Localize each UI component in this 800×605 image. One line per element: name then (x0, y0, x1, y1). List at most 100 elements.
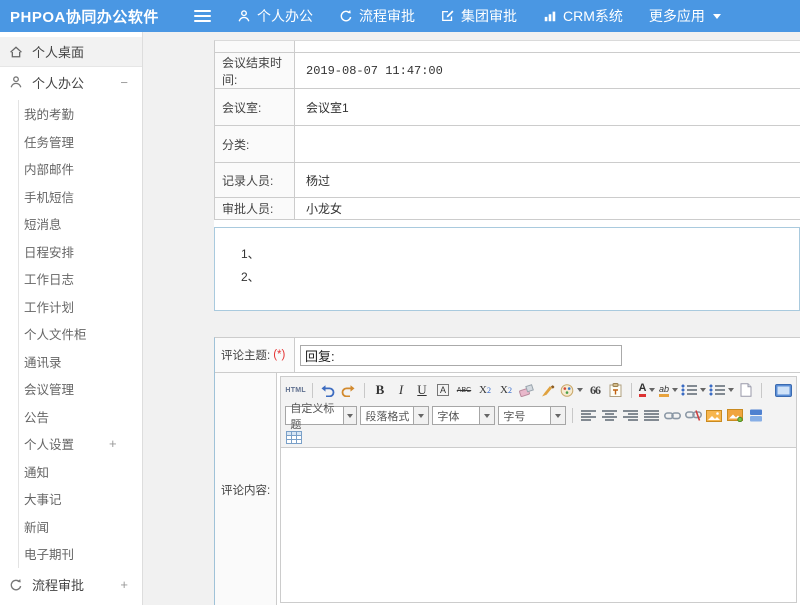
topbar: PHPOA协同办公软件 个人办公 流程审批 集团审批 (0, 0, 800, 32)
link-icon[interactable] (663, 407, 681, 425)
align-right-icon[interactable] (621, 407, 639, 425)
nav-group-approval[interactable]: 集团审批 (441, 6, 517, 26)
collapse-icon[interactable]: − (120, 75, 128, 90)
sidebar-item-announcement[interactable]: 公告 (19, 403, 142, 431)
superscript-button[interactable]: X2 (476, 381, 494, 399)
editor-content-area[interactable] (281, 448, 796, 602)
color-palette-icon[interactable] (560, 381, 583, 399)
sidebar-item-contacts[interactable]: 通讯录 (19, 348, 142, 376)
align-justify-icon[interactable] (642, 407, 660, 425)
html-source-button[interactable]: HTML (285, 381, 306, 399)
nav-workflow-approval[interactable]: 流程审批 (339, 6, 415, 26)
editor-toolbar: HTML B I U (281, 377, 796, 448)
font-color-button[interactable]: A (638, 381, 656, 399)
workflow-refresh-icon (339, 9, 353, 23)
sidebar-item-my-attendance[interactable]: 我的考勤 (19, 100, 142, 128)
caret-down-icon (577, 388, 583, 392)
blockquote-button[interactable]: 66 (586, 381, 604, 399)
required-mark: (*) (273, 349, 285, 361)
sidebar-item-personal-settings[interactable]: 个人设置 + (19, 430, 142, 458)
sidebar-item-work-diary[interactable]: 工作日志 (19, 265, 142, 293)
align-left-icon[interactable] (579, 407, 597, 425)
unlink-icon[interactable] (684, 407, 702, 425)
sidebar-item-meeting-management[interactable]: 会议管理 (19, 375, 142, 403)
redo-icon[interactable] (340, 381, 358, 399)
toolbar-row-2: 自定义标题 段落格式 字体 (281, 403, 796, 428)
sidebar-item-work-plan[interactable]: 工作计划 (19, 293, 142, 321)
sidebar-item-major-events[interactable]: 大事记 (19, 485, 142, 513)
insert-table-icon[interactable] (285, 429, 303, 447)
italic-button[interactable]: I (392, 381, 410, 399)
caret-down-icon (728, 388, 734, 392)
font-style-box-button[interactable]: A (437, 384, 449, 396)
table-row-end-time: 会议结束时间: 2019-08-07 11:47:00 (215, 53, 800, 89)
workflow-refresh-icon (9, 578, 23, 592)
nav-more-apps[interactable]: 更多应用 (649, 6, 721, 26)
sidebar-item-personal-desktop[interactable]: 个人桌面 (0, 37, 142, 67)
sidebar-item-short-message[interactable]: 短消息 (19, 210, 142, 238)
unordered-list-icon[interactable] (709, 381, 734, 399)
person-icon (237, 9, 251, 23)
comment-content-row: 评论内容: HTML (215, 373, 800, 605)
nav-crm-system[interactable]: CRM系统 (543, 6, 623, 26)
paste-plain-icon[interactable] (607, 381, 625, 399)
sidebar-item-news[interactable]: 新闻 (19, 513, 142, 541)
sidebar-item-personal-office[interactable]: 个人办公 − (0, 67, 142, 97)
comment-subject-row: 评论主题: (*) (215, 338, 800, 373)
meeting-info-table: 会议结束时间: 2019-08-07 11:47:00 会议室: 会议室1 分类… (214, 40, 800, 220)
comment-subject-label: 评论主题: (*) (215, 338, 295, 372)
table-row-recorder: 记录人员: 杨过 (215, 163, 800, 198)
insert-flash-icon[interactable] (726, 407, 744, 425)
sidebar-item-workflow-approval[interactable]: 流程审批 + (0, 570, 142, 600)
sidebar-item-schedule[interactable]: 日程安排 (19, 238, 142, 266)
caret-down-icon (713, 14, 721, 19)
strikethrough-button[interactable]: ABC (455, 381, 473, 399)
format-brush-icon[interactable] (539, 381, 557, 399)
comment-content-label: 评论内容: (215, 373, 277, 605)
meeting-summary-panel: 1、 2、 (214, 227, 800, 311)
fullscreen-icon[interactable] (774, 381, 792, 399)
font-family-select[interactable]: 字体 (432, 406, 495, 425)
sidebar-item-sms[interactable]: 手机短信 (19, 183, 142, 211)
paragraph-format-select[interactable]: 段落格式 (360, 406, 429, 425)
sidebar-item-personal-files[interactable]: 个人文件柜 (19, 320, 142, 348)
sidebar-item-internal-mail[interactable]: 内部邮件 (19, 155, 142, 183)
heading-select[interactable]: 自定义标题 (285, 406, 357, 425)
table-row-category: 分类: (215, 126, 800, 163)
align-center-icon[interactable] (600, 407, 618, 425)
person-icon (9, 75, 23, 89)
bar-chart-icon (543, 9, 557, 23)
subscript-button[interactable]: X2 (497, 381, 515, 399)
summary-line: 1、 (241, 243, 799, 266)
insert-media-icon[interactable] (747, 407, 765, 425)
hamburger-menu-icon[interactable] (194, 10, 211, 22)
insert-image-icon[interactable] (705, 407, 723, 425)
edit-square-icon (441, 9, 455, 23)
sidebar-item-e-journal[interactable]: 电子期刊 (19, 540, 142, 568)
bold-button[interactable]: B (371, 381, 389, 399)
caret-down-icon (649, 388, 655, 392)
comment-subject-input[interactable] (300, 345, 622, 366)
field-label: 记录人员: (215, 163, 295, 197)
sidebar-item-notification[interactable]: 通知 (19, 458, 142, 486)
toolbar-row-1: HTML B I U (281, 377, 796, 403)
expand-icon[interactable]: + (120, 577, 128, 592)
table-row-clipped (215, 41, 800, 53)
sidebar: 个人桌面 个人办公 − 我的考勤 任务管理 内部邮件 手机短信 短消息 日程安排… (0, 32, 143, 605)
expand-icon[interactable]: + (109, 436, 117, 451)
summary-line: 2、 (241, 266, 799, 289)
sidebar-item-task-management[interactable]: 任务管理 (19, 128, 142, 156)
new-page-icon[interactable] (737, 381, 755, 399)
eraser-icon[interactable] (518, 381, 536, 399)
field-label: 分类: (215, 126, 295, 162)
font-size-select[interactable]: 字号 (498, 406, 566, 425)
nav-personal-office[interactable]: 个人办公 (237, 6, 313, 26)
toolbar-row-3 (281, 428, 796, 447)
comment-form-card: 评论主题: (*) 评论内容: HTML (214, 337, 800, 605)
app-logo: PHPOA协同办公软件 (0, 6, 182, 27)
app-window: PHPOA协同办公软件 个人办公 流程审批 集团审批 (0, 0, 800, 605)
ordered-list-icon[interactable] (681, 381, 706, 399)
underline-button[interactable]: U (413, 381, 431, 399)
highlight-color-button[interactable]: ab (659, 381, 678, 399)
undo-icon[interactable] (319, 381, 337, 399)
